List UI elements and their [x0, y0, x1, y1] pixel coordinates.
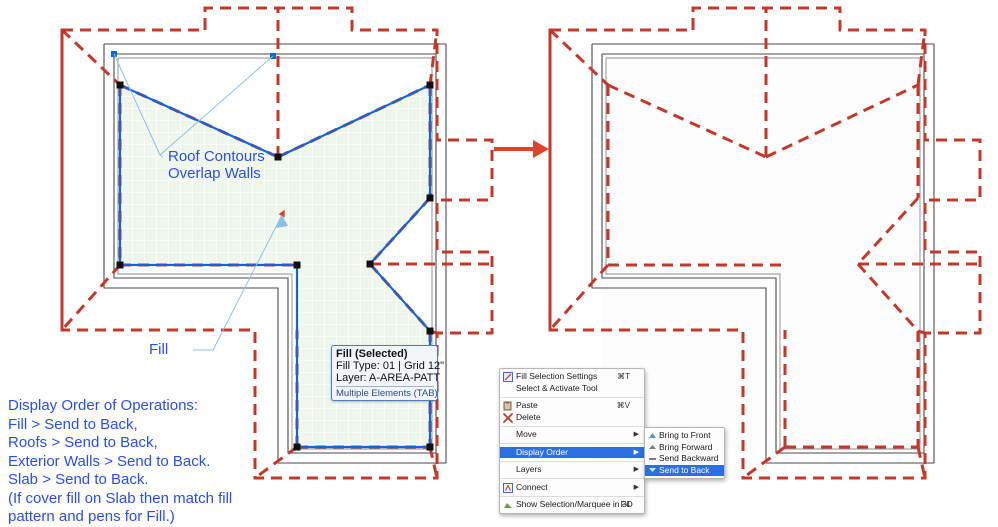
- menu-item-select-activate-tool[interactable]: Select & Activate Tool: [500, 383, 644, 395]
- submenu-item-send-backward[interactable]: Send Backward: [645, 453, 724, 465]
- menu-label: Fill Selection Settings: [516, 371, 598, 381]
- menu-shortcut: ⌘V: [616, 401, 630, 410]
- send-backward-icon: [649, 457, 656, 460]
- menu-item-paste[interactable]: Paste ⌘V: [500, 400, 644, 412]
- send-to-back-icon: [649, 468, 656, 472]
- menu-label: Select & Activate Tool: [516, 382, 598, 393]
- menu-item-move[interactable]: Move ▶: [500, 429, 644, 441]
- fill-settings-icon: [503, 372, 513, 382]
- menu-item-layers[interactable]: Layers ▶: [500, 464, 644, 476]
- fill-info-divider: [336, 386, 434, 387]
- submenu-label: Send Backward: [659, 453, 719, 463]
- menu-divider: [500, 495, 644, 497]
- submenu-label: Bring to Front: [659, 430, 711, 440]
- menu-item-fill-selection-settings[interactable]: Fill Selection Settings ⌘T: [500, 371, 644, 383]
- bring-forward-icon: [649, 445, 656, 449]
- menu-label: Display Order: [516, 446, 568, 457]
- menu-label: Move: [516, 429, 537, 439]
- paste-icon: [503, 401, 512, 411]
- screenshot-canvas: Roof Contours Overlap Walls Fill Display…: [0, 0, 998, 526]
- menu-label: Paste: [516, 400, 538, 410]
- menu-item-show-selection-in-3d[interactable]: Show Selection/Marquee in 3D F4: [500, 499, 644, 511]
- menu-item-display-order[interactable]: Display Order ▶: [500, 446, 644, 458]
- menu-item-delete[interactable]: Delete: [500, 412, 644, 424]
- chevron-right-icon: ▶: [633, 431, 639, 438]
- fill-info-type: Fill Type: 01 | Grid 12": [336, 360, 445, 372]
- fill-info-tooltip: Fill (Selected) Fill Type: 01 | Grid 12"…: [331, 345, 445, 401]
- menu-divider: [500, 478, 644, 479]
- context-menu[interactable]: Fill Selection Settings ⌘T Select & Acti…: [499, 368, 645, 514]
- menu-divider: [500, 425, 644, 427]
- fill-annotation: Fill: [149, 341, 169, 358]
- submenu-item-send-to-back[interactable]: Send to Back: [645, 464, 724, 476]
- menu-divider: [500, 460, 644, 462]
- chevron-right-icon: ▶: [633, 448, 639, 456]
- menu-label: Delete: [516, 411, 541, 422]
- menu-shortcut: ⌘T: [617, 372, 630, 381]
- display-order-submenu[interactable]: Bring to Front Bring Forward Send Backwa…: [644, 427, 725, 479]
- fill-info-layer: Layer: A-AREA-PATT: [336, 372, 441, 384]
- display-order-notes: Display Order of Operations: Fill > Send…: [8, 397, 233, 525]
- chevron-right-icon: ▶: [633, 483, 639, 491]
- fill-info-hint: Multiple Elements (TAB): [336, 388, 438, 399]
- roof-contours-annotation: Roof Contours Overlap Walls: [168, 148, 265, 182]
- menu-label: Show Selection/Marquee in 3D: [516, 499, 633, 509]
- bring-to-front-icon: [649, 432, 656, 438]
- menu-label: Layers: [516, 464, 542, 474]
- submenu-label: Send to Back: [659, 464, 710, 475]
- submenu-label: Bring Forward: [659, 441, 713, 452]
- menu-label: Connect: [516, 481, 548, 492]
- fill-info-title: Fill (Selected): [336, 348, 408, 360]
- submenu-item-bring-forward[interactable]: Bring Forward: [645, 442, 724, 454]
- chevron-right-icon: ▶: [633, 466, 639, 473]
- menu-item-connect[interactable]: Connect ▶: [500, 482, 644, 494]
- delete-icon: [503, 412, 513, 423]
- menu-divider: [500, 396, 644, 398]
- menu-shortcut: F4: [620, 500, 630, 509]
- submenu-item-bring-to-front[interactable]: Bring to Front: [645, 430, 724, 442]
- menu-divider: [500, 443, 644, 444]
- show-3d-icon: [504, 503, 512, 508]
- connect-icon: [503, 482, 513, 493]
